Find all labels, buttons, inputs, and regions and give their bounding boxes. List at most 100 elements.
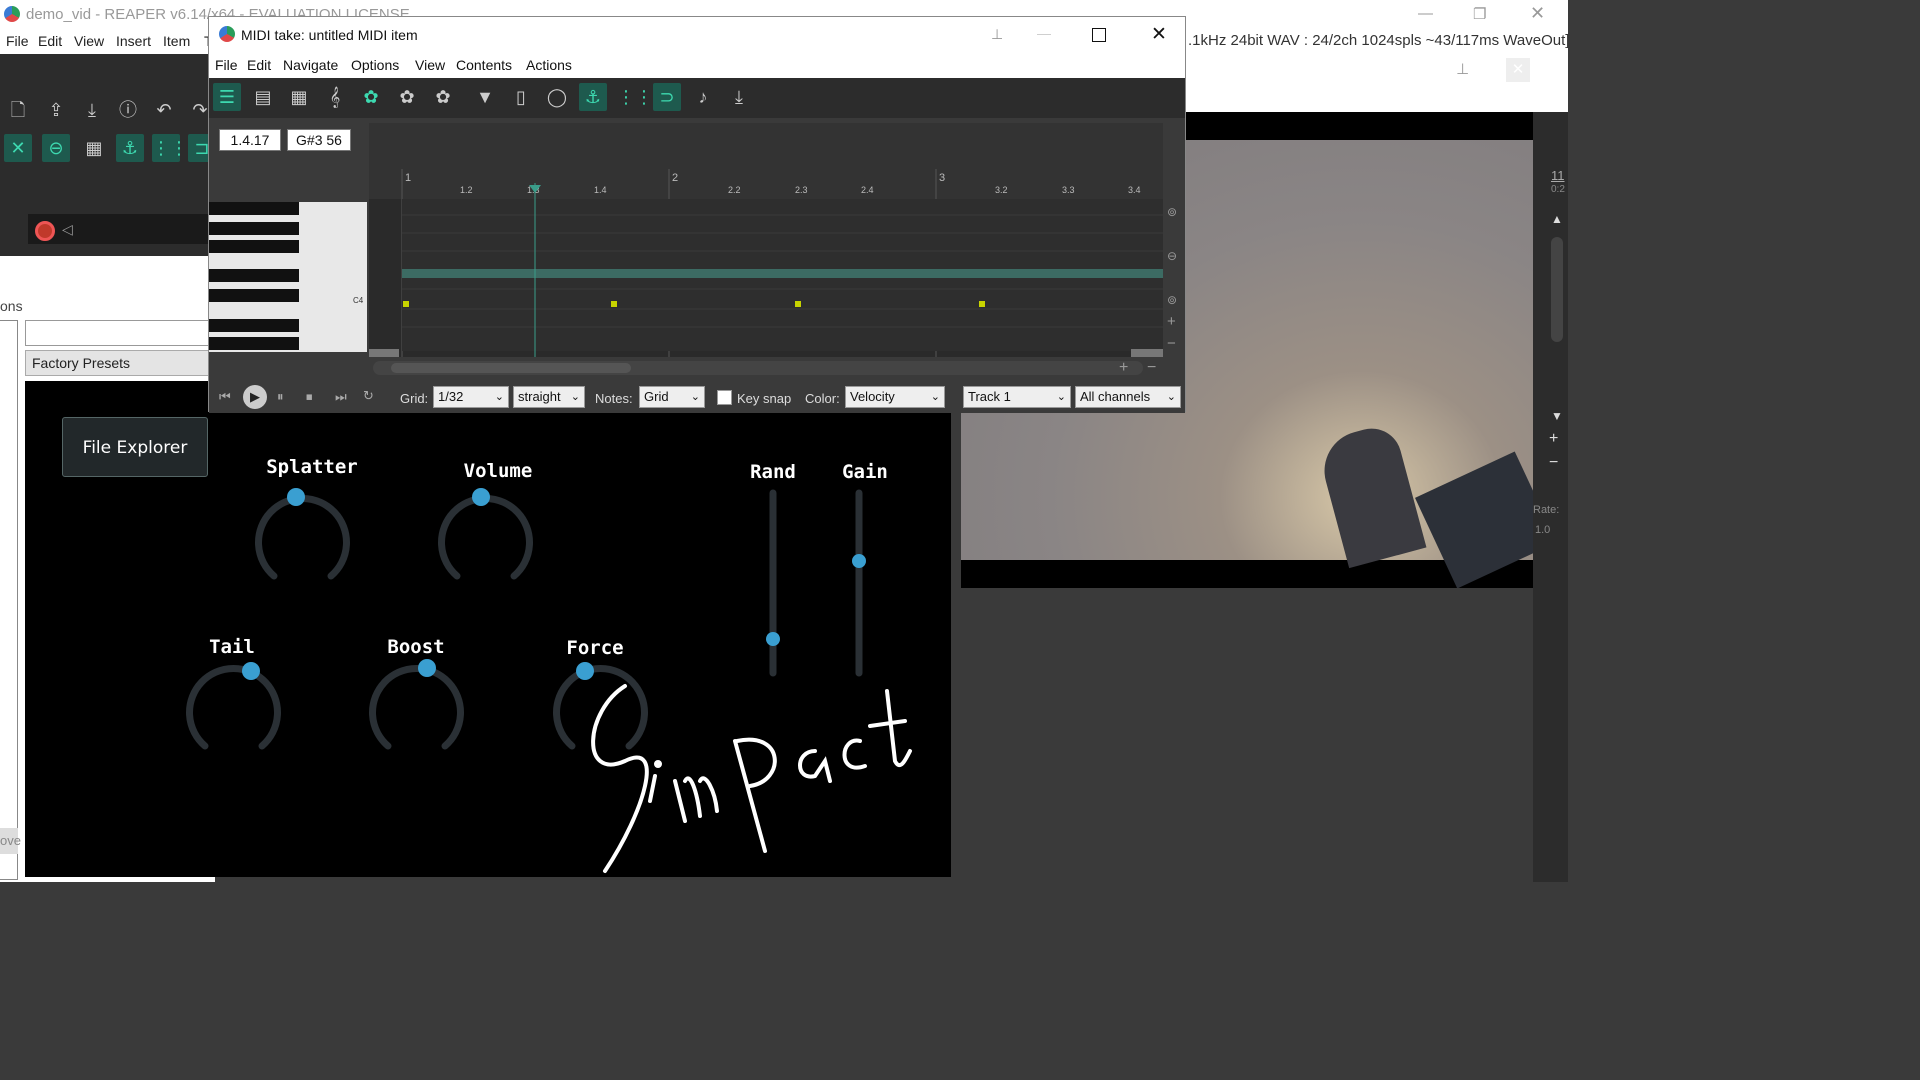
key-snap-checkbox[interactable]	[717, 390, 732, 405]
grid-select[interactable]: 1/32 ⌄	[433, 386, 509, 408]
step-input-icon[interactable]: ♪	[689, 83, 717, 111]
midi-minimize-icon[interactable]: —	[1037, 25, 1051, 41]
ove-button[interactable]: ove	[0, 828, 21, 854]
midi-menu-view[interactable]: View	[415, 57, 445, 73]
close-icon[interactable]: ✕	[1530, 3, 1545, 24]
link-icon[interactable]: ⊖	[42, 134, 70, 162]
menu-view[interactable]: View	[74, 33, 104, 49]
record-arm-icon[interactable]	[35, 221, 55, 241]
new-project-icon[interactable]: 🗋	[4, 96, 32, 124]
v-scroll-down-icon[interactable]: ⊚	[1167, 293, 1177, 307]
color-select[interactable]: Velocity ⌄	[845, 386, 945, 408]
h-zoom-in-icon[interactable]: +	[1119, 359, 1128, 377]
save-project-icon[interactable]: ⤓	[78, 96, 106, 124]
midi-menu-actions[interactable]: Actions	[526, 57, 572, 73]
boost-knob-handle[interactable]	[418, 659, 436, 677]
fx-search-input[interactable]	[25, 320, 215, 346]
h-scrollbar[interactable]	[373, 361, 1143, 375]
repeat-icon[interactable]: ↻	[363, 388, 374, 404]
zoom-in-icon[interactable]: +	[1549, 430, 1558, 448]
midi-maximize-icon[interactable]	[1092, 28, 1106, 42]
reaper-logo-icon	[4, 6, 20, 22]
notes-select[interactable]: Grid ⌄	[639, 386, 705, 408]
quantize-icon[interactable]: ✿	[393, 83, 421, 111]
video-close-icon[interactable]: ✕	[1506, 58, 1530, 82]
midi-note-grid[interactable]: 1 1.2 1.3 1.4 2 2.2 2.3 2.4 3 3.2 3.3 3.…	[369, 123, 1163, 357]
midi-menu-contents[interactable]: Contents	[456, 57, 512, 73]
midi-note[interactable]	[979, 301, 985, 307]
notation-view-icon[interactable]: 𝄞	[321, 83, 349, 111]
open-project-icon[interactable]: ⇪	[42, 96, 70, 124]
straight-select[interactable]: straight ⌄	[513, 386, 585, 408]
midi-export-icon[interactable]: ⤓	[725, 83, 753, 111]
midi-menu-options[interactable]: Options	[351, 57, 399, 73]
midi-menu-file[interactable]: File	[215, 57, 238, 73]
stop-icon[interactable]: ⏹	[306, 389, 313, 405]
grid-icon[interactable]: ▦	[80, 134, 108, 162]
scroll-up-icon[interactable]: ▲	[1551, 212, 1563, 226]
info-icon[interactable]: ⓘ	[114, 96, 142, 124]
gain-slider-handle[interactable]	[852, 554, 866, 568]
named-notes-view-icon[interactable]: ▤	[249, 83, 277, 111]
force-knob[interactable]	[553, 665, 648, 750]
force-knob-handle[interactable]	[576, 662, 594, 680]
pin-icon[interactable]: ⊥	[1456, 60, 1469, 78]
event-list-view-icon[interactable]: ▦	[285, 83, 313, 111]
v-scroll-up-icon[interactable]: ⊚	[1167, 205, 1177, 219]
volume-knob[interactable]	[438, 495, 533, 580]
tail-knob-handle[interactable]	[242, 662, 260, 680]
menu-edit[interactable]: Edit	[38, 33, 62, 49]
note-info-field[interactable]: G#3 56	[287, 129, 351, 151]
menu-insert[interactable]: Insert	[116, 33, 151, 49]
channels-select[interactable]: All channels ⌄	[1075, 386, 1181, 408]
splatter-knob-handle[interactable]	[287, 488, 305, 506]
volume-knob-handle[interactable]	[472, 488, 490, 506]
scroll-down-icon[interactable]: ▼	[1551, 409, 1563, 423]
menu-item[interactable]: Item	[163, 33, 190, 49]
rand-slider-handle[interactable]	[766, 632, 780, 646]
midi-menu-edit[interactable]: Edit	[247, 57, 271, 73]
restore-icon[interactable]: ❐	[1473, 5, 1486, 23]
filter-icon[interactable]: ▼	[471, 83, 499, 111]
midi-grid-icon[interactable]: ⋮⋮	[617, 83, 653, 111]
ripple-icon[interactable]: ✕	[4, 134, 32, 162]
factory-presets-dropdown[interactable]: Factory Presets	[25, 350, 215, 376]
h-zoom-out-icon[interactable]: −	[1147, 359, 1156, 377]
go-start-icon[interactable]: ⏮	[219, 389, 231, 405]
piano-roll-view-icon[interactable]: ☰	[213, 83, 241, 111]
midi-note[interactable]	[611, 301, 617, 307]
h-scrollbar-thumb[interactable]	[391, 363, 631, 373]
splatter-knob[interactable]	[255, 495, 350, 580]
play-icon[interactable]: ▶	[243, 385, 267, 409]
go-end-icon[interactable]: ⏭	[335, 389, 347, 405]
snap-icon[interactable]: ⚓	[116, 134, 144, 162]
track-select[interactable]: Track 1 ⌄	[963, 386, 1071, 408]
piano-keyboard[interactable]: C4	[209, 202, 367, 352]
zoom-out-icon[interactable]: −	[1549, 454, 1558, 472]
midi-note[interactable]	[403, 301, 409, 307]
midi-pin-icon[interactable]: ⊥	[991, 26, 1003, 43]
position-field[interactable]: 1.4.17	[219, 129, 281, 151]
undo-icon[interactable]: ↶	[150, 96, 178, 124]
midi-loop-icon[interactable]: ⊃	[653, 83, 681, 111]
v-scroll-mid-icon[interactable]: ⊖	[1167, 249, 1177, 263]
loop-select-icon[interactable]: ◯	[543, 83, 571, 111]
pause-icon[interactable]: ⏸	[277, 389, 284, 405]
menu-file[interactable]: File	[6, 33, 29, 49]
speaker-icon[interactable]: ◁	[62, 221, 73, 238]
grid-lines-icon[interactable]: ⋮⋮	[152, 134, 188, 162]
midi-note[interactable]	[795, 301, 801, 307]
insert-note-icon[interactable]: ✿	[357, 83, 385, 111]
v-zoom-out-icon[interactable]: −	[1167, 335, 1176, 352]
cc-lane-icon[interactable]: ▯	[507, 83, 535, 111]
v-zoom-in-icon[interactable]: +	[1167, 313, 1176, 330]
humanize-icon[interactable]: ✿	[429, 83, 457, 111]
tail-knob[interactable]	[186, 665, 281, 750]
scrollbar-thumb[interactable]	[1551, 237, 1563, 342]
minimize-icon[interactable]: —	[1418, 5, 1433, 22]
midi-menu-navigate[interactable]: Navigate	[283, 57, 338, 73]
ruler-2-2: 2.2	[728, 185, 741, 195]
midi-close-icon[interactable]: ✕	[1151, 23, 1167, 46]
boost-knob[interactable]	[369, 665, 464, 750]
midi-snap-icon[interactable]: ⚓	[579, 83, 607, 111]
